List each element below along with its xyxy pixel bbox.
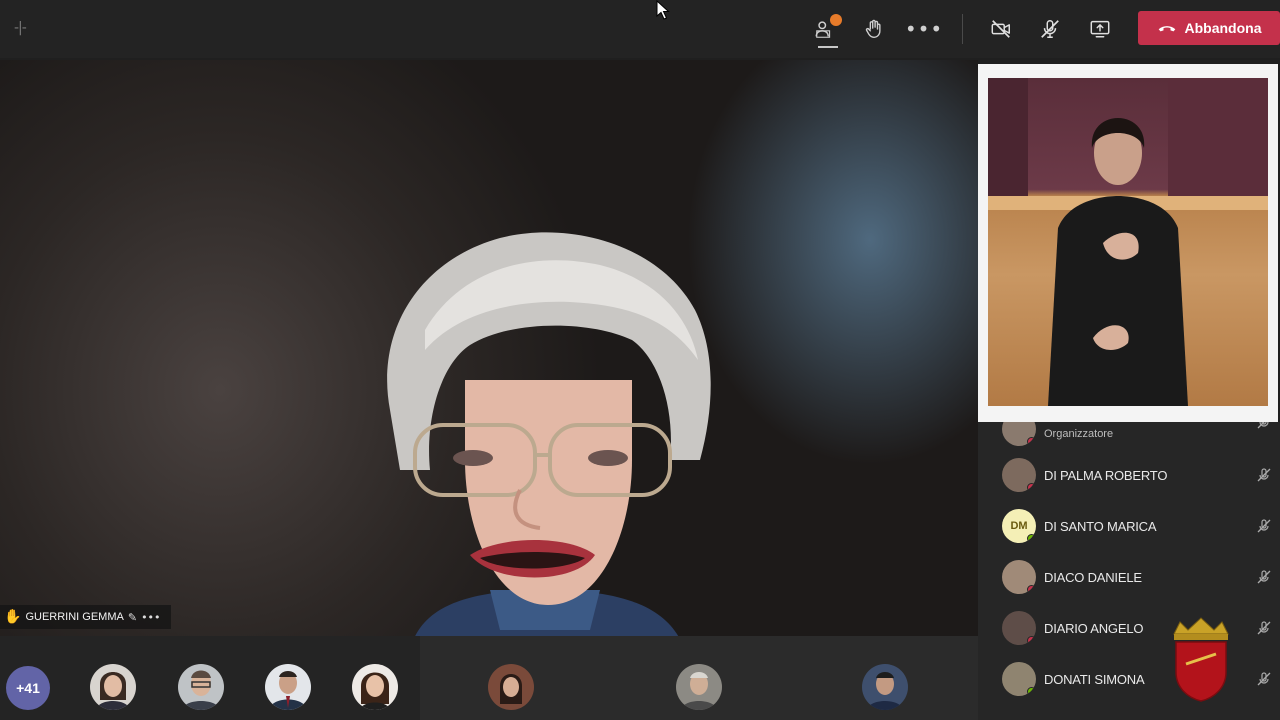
mic-toggle-button[interactable]	[1033, 12, 1067, 46]
participant-thumbnail[interactable]	[488, 664, 534, 710]
participant-avatar: DM	[1002, 509, 1036, 543]
participant-avatar	[1002, 662, 1036, 696]
presence-busy-icon	[1027, 585, 1036, 594]
participant-name: DI PALMA ROBERTO	[1044, 468, 1168, 483]
toolbar-divider	[962, 14, 963, 44]
participant-avatar	[1002, 458, 1036, 492]
mic-off-icon	[1257, 570, 1271, 584]
more-options-button[interactable]: •••	[904, 12, 944, 46]
speaker-name: GUERRINI GEMMA	[25, 611, 124, 623]
raised-hand-icon: ✋	[4, 609, 22, 625]
camera-off-icon	[991, 20, 1010, 38]
participant-row[interactable]: DM DI SANTO MARICA	[978, 505, 1280, 549]
speaker-video-figure	[387, 232, 711, 636]
presence-available-icon	[1027, 687, 1036, 696]
presence-busy-icon	[1027, 437, 1036, 446]
participant-row[interactable]: DI PALMA ROBERTO	[978, 454, 1280, 498]
participant-thumbnail[interactable]	[90, 664, 136, 710]
interpreter-video-frame	[988, 78, 1268, 406]
more-participants-button[interactable]: +41	[6, 666, 50, 710]
meeting-toolbar: -|- ••• Abbandona	[0, 0, 1280, 58]
participant-thumbnail[interactable]	[178, 664, 224, 710]
camera-toggle-button[interactable]	[984, 12, 1018, 46]
mic-off-icon	[1257, 621, 1271, 635]
more-options-icon: •••	[904, 17, 944, 41]
roma-capitale-crest-icon	[1173, 617, 1229, 702]
presence-busy-icon	[1027, 636, 1036, 645]
participant-name: DIACO DANIELE	[1044, 570, 1142, 585]
leave-meeting-button[interactable]: Abbandona	[1138, 11, 1280, 45]
raise-hand-button[interactable]	[857, 12, 891, 46]
participant-thumbnail[interactable]	[352, 664, 398, 710]
mic-off-icon: ✎	[127, 610, 138, 624]
participant-avatar	[1002, 560, 1036, 594]
participant-name: DONATI SIMONA	[1044, 672, 1145, 687]
mic-off-icon	[1257, 468, 1271, 482]
phone-hangup-icon	[1158, 26, 1175, 32]
participant-thumbnail[interactable]	[265, 664, 311, 710]
presence-available-icon	[1027, 534, 1036, 543]
sign-language-interpreter-video[interactable]	[978, 64, 1278, 422]
participants-panel[interactable]: Organizzatore DI PALMA ROBERTO DM DI SAN…	[978, 422, 1280, 720]
mic-off-icon	[1257, 672, 1271, 686]
participant-role: Organizzatore	[1044, 428, 1114, 440]
mic-off-icon	[1257, 519, 1271, 533]
share-screen-button[interactable]	[1083, 12, 1117, 46]
participant-row[interactable]: DIACO DANIELE	[978, 556, 1280, 600]
mic-off-icon	[1257, 422, 1269, 429]
interpreter-figure	[988, 78, 1268, 406]
participant-thumbnail[interactable]	[676, 664, 722, 710]
participant-name: DI SANTO MARICA	[1044, 519, 1157, 534]
participant-row[interactable]: DIARIO ANGELO	[978, 607, 1280, 651]
speaker-name-tag: ✋ GUERRINI GEMMA ✎ •••	[0, 605, 171, 629]
main-speaker-video[interactable]: ✋ GUERRINI GEMMA ✎ •••	[0, 60, 978, 636]
mic-off-icon	[1041, 20, 1059, 38]
share-screen-icon	[1090, 20, 1110, 38]
mouse-cursor-icon	[656, 0, 670, 20]
raise-hand-icon	[865, 19, 881, 38]
participant-name: DIARIO ANGELO	[1044, 621, 1144, 636]
show-participants-button[interactable]	[808, 12, 842, 48]
more-options-icon[interactable]: •••	[141, 611, 160, 624]
participant-avatar	[1002, 422, 1036, 446]
presence-busy-icon	[1027, 483, 1036, 492]
participant-thumbnail[interactable]	[862, 664, 908, 710]
avatar-initials: DM	[1010, 520, 1028, 532]
participant-avatar	[1002, 611, 1036, 645]
leave-label: Abbandona	[1184, 20, 1262, 36]
drag-grip-icon[interactable]: -|-	[14, 20, 27, 36]
participant-row[interactable]: DONATI SIMONA	[978, 658, 1280, 702]
participant-thumbnail-strip: +41	[0, 636, 978, 720]
notification-badge	[830, 14, 842, 26]
participant-row[interactable]: Organizzatore	[978, 422, 1280, 452]
